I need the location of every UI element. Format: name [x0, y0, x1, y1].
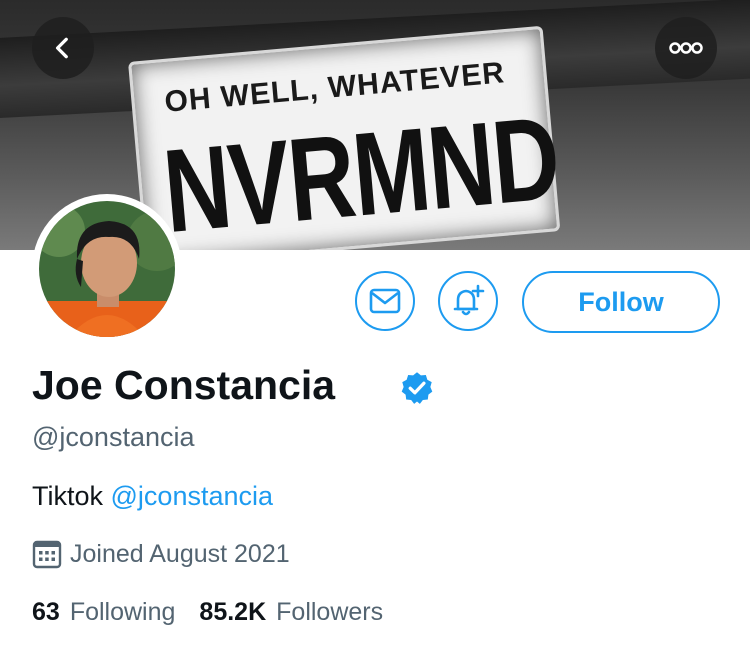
- more-button[interactable]: [655, 17, 717, 79]
- bio-mention-link[interactable]: @jconstancia: [111, 481, 274, 511]
- calendar-icon: [32, 540, 62, 569]
- envelope-icon: [369, 288, 401, 314]
- joined-date: Joined August 2021: [32, 539, 290, 569]
- profile-stats: 63 Following 85.2K Followers: [32, 598, 407, 627]
- profile-name: Joe Constancia: [32, 362, 336, 408]
- profile-handle: @jconstancia: [32, 422, 195, 452]
- verified-badge-icon: [401, 372, 433, 404]
- chevron-left-icon: [55, 37, 68, 59]
- back-button[interactable]: [32, 17, 94, 79]
- avatar: [39, 201, 175, 337]
- message-button[interactable]: [355, 271, 415, 331]
- notifications-button[interactable]: [438, 271, 498, 331]
- ellipsis-icon: [669, 42, 703, 54]
- following-label: Following: [69, 598, 176, 626]
- avatar-frame[interactable]: [32, 194, 182, 344]
- followers-label: Followers: [276, 598, 384, 626]
- followers-stat[interactable]: 85.2K Followers: [199, 598, 383, 627]
- following-stat[interactable]: 63 Following: [32, 598, 175, 627]
- license-plate: OH WELL, WHATEVER NVRMND: [128, 25, 563, 250]
- followers-count: 85.2K: [199, 598, 267, 626]
- follow-button[interactable]: Follow: [522, 271, 720, 333]
- following-count: 63: [32, 598, 60, 626]
- avatar-image: [39, 201, 175, 337]
- bio-text: Tiktok: [32, 481, 111, 511]
- joined-text: Joined August 2021: [70, 539, 290, 568]
- profile-bio: Tiktok @jconstancia: [32, 481, 273, 512]
- bell-plus-icon: [453, 284, 485, 316]
